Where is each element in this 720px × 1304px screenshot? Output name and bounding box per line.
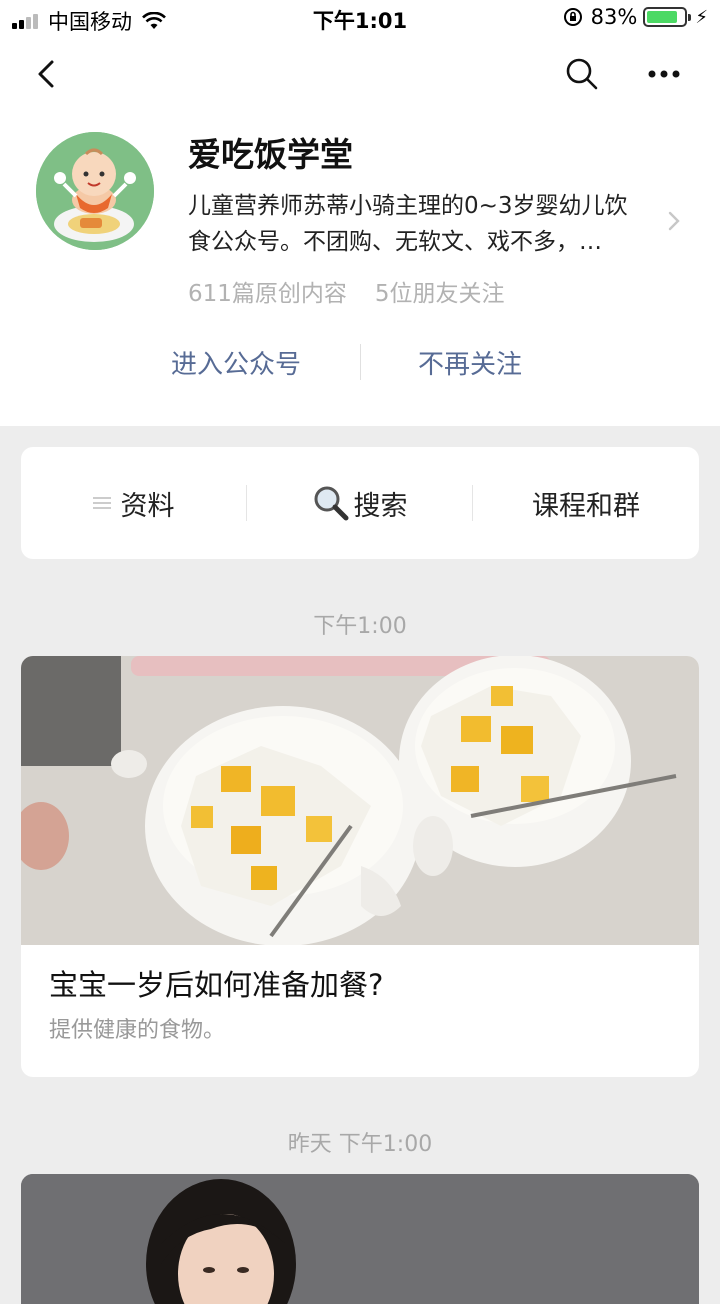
article-card[interactable]: [21, 1174, 699, 1304]
battery-icon: [643, 7, 692, 27]
friends-following[interactable]: 5位朋友关注: [375, 274, 505, 308]
account-menu: 资料 搜索 课程和群: [21, 447, 699, 559]
status-right: 83% ⚡: [563, 5, 708, 29]
unfollow-button[interactable]: 不再关注: [360, 344, 580, 381]
account-name: 爱吃饭学堂: [188, 135, 353, 174]
status-bar: 中国移动 下午1:01 83% ⚡: [0, 0, 720, 36]
menu-item-search[interactable]: 搜索: [247, 447, 472, 559]
article-cover-image[interactable]: [21, 1174, 699, 1304]
menu-item-label: 资料: [120, 490, 175, 522]
menu-item-profile[interactable]: 资料: [21, 447, 246, 559]
baby-avatar-icon: [36, 132, 154, 250]
account-actions: 进入公众号 不再关注: [0, 336, 720, 388]
account-description[interactable]: 儿童营养师苏蒂小骑主理的0~3岁婴幼儿饮食公众号。不团购、无软文、戏不多，…: [188, 188, 648, 260]
list-icon: [92, 494, 111, 512]
article-digest: 提供健康的食物。: [49, 1018, 226, 1043]
enter-account-button[interactable]: 进入公众号: [126, 344, 346, 381]
menu-item-label: 搜索: [353, 490, 408, 522]
back-icon[interactable]: [28, 54, 68, 94]
account-avatar[interactable]: [36, 132, 154, 250]
menu-item-courses-groups[interactable]: 课程和群: [473, 447, 699, 559]
article-title: 宝宝一岁后如何准备加餐?: [49, 968, 384, 1002]
battery-fill: [647, 11, 678, 23]
account-header: 爱吃饭学堂 儿童营养师苏蒂小骑主理的0~3岁婴幼儿饮食公众号。不团购、无软文、戏…: [0, 36, 720, 426]
magnifier-icon: [314, 486, 348, 521]
search-icon[interactable]: [562, 54, 602, 94]
article-card[interactable]: 宝宝一岁后如何准备加餐? 提供健康的食物。: [21, 656, 699, 1077]
message-time: 昨天 下午1:00: [287, 1132, 433, 1157]
message-time: 下午1:00: [313, 614, 407, 639]
more-icon[interactable]: [640, 54, 690, 94]
article-cover-image[interactable]: [21, 656, 699, 945]
menu-item-label: 课程和群: [532, 490, 640, 522]
chevron-right-icon[interactable]: [664, 206, 684, 236]
battery-percent: 83%: [590, 5, 638, 29]
original-count: 611篇原创内容: [188, 281, 347, 307]
account-stats: 611篇原创内容 5位朋友关注: [188, 274, 505, 308]
charging-icon: ⚡: [695, 6, 708, 28]
rotation-lock-icon: [563, 8, 582, 26]
